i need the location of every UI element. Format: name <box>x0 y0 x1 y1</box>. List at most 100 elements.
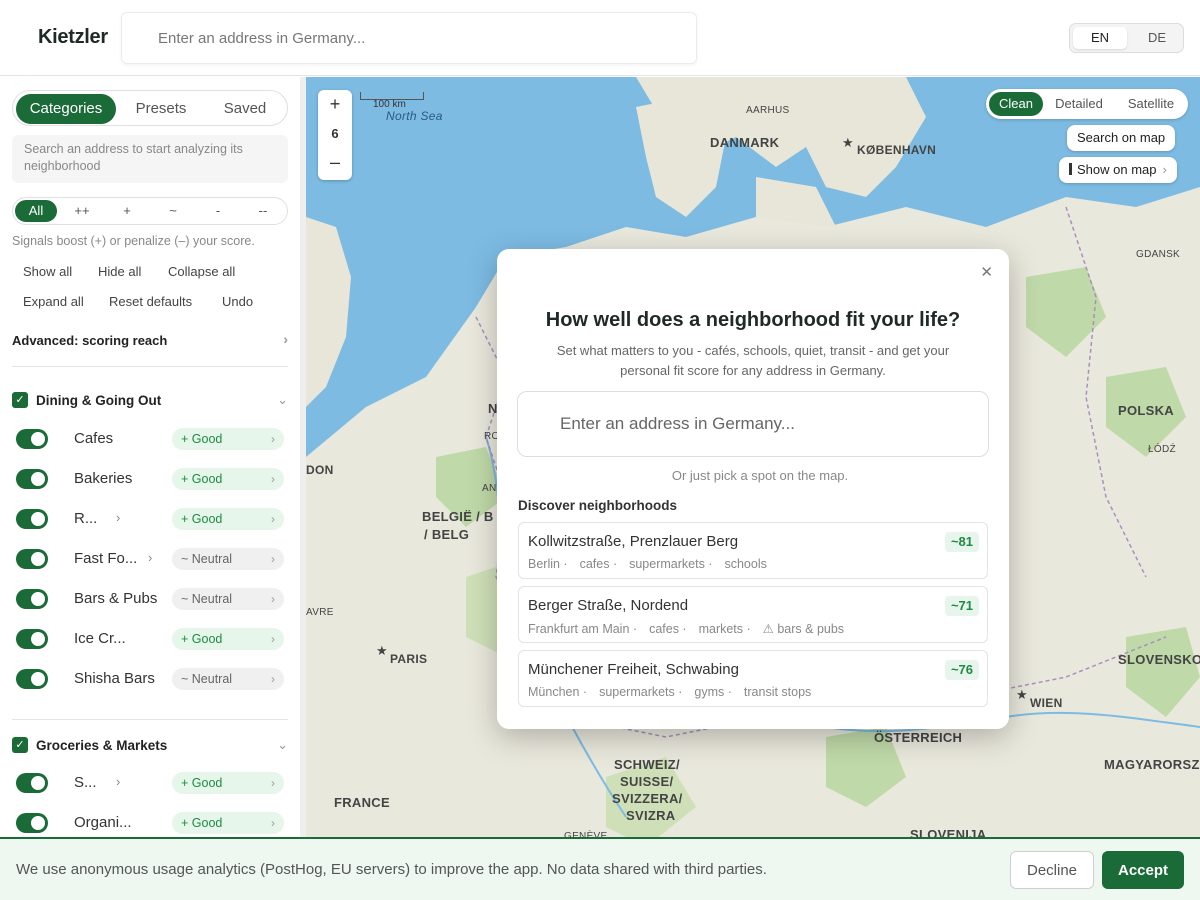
tab-saved[interactable]: Saved <box>206 94 284 124</box>
discover-title: Discover neighborhoods <box>518 498 678 513</box>
style-detailed-button[interactable]: Detailed <box>1049 92 1109 116</box>
divider <box>12 366 288 367</box>
neighborhood-card[interactable]: Berger Straße, Nordend ~71 Frankfurt am … <box>518 586 988 643</box>
chevron-right-icon: › <box>271 512 275 526</box>
tab-categories[interactable]: Categories <box>16 94 116 124</box>
check-icon[interactable]: ✓ <box>12 392 28 408</box>
collapse-all-button[interactable]: Collapse all <box>168 264 235 279</box>
category-row-bars: Bars & Pubs ~ Neutral › <box>16 587 284 611</box>
onboarding-modal: ✕ How well does a neighborhood fit your … <box>497 249 1009 729</box>
signal-pill[interactable]: ~ Neutral › <box>172 548 284 570</box>
reset-defaults-button[interactable]: Reset defaults <box>109 294 192 309</box>
signal-text: + Good <box>181 776 223 790</box>
chevron-right-icon[interactable]: › <box>148 550 152 565</box>
chevron-right-icon[interactable]: › <box>116 774 120 789</box>
header-search-box[interactable] <box>121 12 697 64</box>
filter-double-minus[interactable]: -- <box>242 200 284 222</box>
filter-double-plus[interactable]: ++ <box>61 200 103 222</box>
tag: Frankfurt am Main · <box>528 622 638 636</box>
signal-pill[interactable]: ~ Neutral › <box>172 668 284 690</box>
modal-search-box[interactable] <box>517 391 989 457</box>
toggle-switch[interactable] <box>16 669 48 689</box>
chevron-right-icon: › <box>271 472 275 486</box>
toggle-switch[interactable] <box>16 813 48 833</box>
category-row-shisha: Shisha Bars ~ Neutral › <box>16 667 284 691</box>
header-search-input[interactable] <box>122 13 696 63</box>
signal-text: ~ Neutral <box>181 672 233 686</box>
chevron-right-icon: › <box>1162 162 1167 177</box>
signals-note: Signals boost (+) or penalize (–) your s… <box>12 234 255 248</box>
hide-all-button[interactable]: Hide all <box>98 264 141 279</box>
grip-icon <box>1069 163 1072 175</box>
toggle-switch[interactable] <box>16 549 48 569</box>
chevron-right-icon: › <box>271 632 275 646</box>
toggle-switch[interactable] <box>16 509 48 529</box>
accept-button[interactable]: Accept <box>1102 851 1184 889</box>
signal-text: + Good <box>181 512 223 526</box>
toggle-switch[interactable] <box>16 773 48 793</box>
toggle-switch[interactable] <box>16 589 48 609</box>
signal-pill[interactable]: + Good › <box>172 508 284 530</box>
map-label-magyar: MAGYARORSZ <box>1104 757 1200 772</box>
filter-plus[interactable]: + <box>106 200 148 222</box>
zoom-out-button[interactable]: – <box>318 152 352 173</box>
lang-de-button[interactable]: DE <box>1130 27 1184 49</box>
filter-minus[interactable]: - <box>197 200 239 222</box>
divider <box>12 719 288 720</box>
tab-presets[interactable]: Presets <box>123 94 199 124</box>
expand-all-button[interactable]: Expand all <box>23 294 84 309</box>
show-all-button[interactable]: Show all <box>23 264 72 279</box>
search-on-map-button[interactable]: Search on map <box>1067 125 1176 151</box>
tag: supermarkets · <box>599 685 683 699</box>
decline-button[interactable]: Decline <box>1010 851 1094 889</box>
signal-pill[interactable]: + Good › <box>172 468 284 490</box>
toggle-switch[interactable] <box>16 469 48 489</box>
signal-pill[interactable]: ~ Neutral › <box>172 588 284 610</box>
signal-pill[interactable]: + Good › <box>172 812 284 834</box>
pick-on-map-hint: Or just pick a spot on the map. <box>671 468 849 483</box>
zoom-in-button[interactable]: + <box>318 94 352 115</box>
signal-pill[interactable]: + Good › <box>172 428 284 450</box>
chevron-down-icon[interactable]: ⌄ <box>277 737 288 753</box>
style-clean-button[interactable]: Clean <box>989 92 1043 116</box>
card-title: Kollwitzstraße, Prenzlauer Berg <box>528 533 739 550</box>
group-groceries[interactable]: ✓ Groceries & Markets ⌄ <box>12 737 288 757</box>
toggle-switch[interactable] <box>16 629 48 649</box>
toggle-switch[interactable] <box>16 429 48 449</box>
neighborhood-card[interactable]: Kollwitzstraße, Prenzlauer Berg ~81 Berl… <box>518 522 988 579</box>
group-dining[interactable]: ✓ Dining & Going Out ⌄ <box>12 392 288 412</box>
group-title: Dining & Going Out <box>36 393 162 408</box>
style-satellite-button[interactable]: Satellite <box>1120 92 1182 116</box>
map-label-wien: WIEN <box>1030 696 1063 710</box>
signal-pill[interactable]: + Good › <box>172 772 284 794</box>
lang-en-button[interactable]: EN <box>1073 27 1127 49</box>
capital-star-icon: ★ <box>842 135 854 150</box>
modal-search-input[interactable] <box>518 392 988 456</box>
close-icon[interactable]: ✕ <box>980 263 993 281</box>
filter-all[interactable]: All <box>15 200 57 222</box>
chevron-right-icon[interactable]: › <box>116 510 120 525</box>
chevron-right-icon: › <box>271 672 275 686</box>
signal-pill[interactable]: + Good › <box>172 628 284 650</box>
card-title: Berger Straße, Nordend <box>528 597 689 614</box>
sidebar-tabs: Categories Presets Saved <box>12 90 288 126</box>
undo-button[interactable]: Undo <box>222 294 253 309</box>
filter-neutral[interactable]: ~ <box>152 200 194 222</box>
signal-text: + Good <box>181 432 223 446</box>
chevron-down-icon[interactable]: ⌄ <box>277 392 288 408</box>
map-label-belgie: BELGIË / B <box>422 509 494 524</box>
chevron-right-icon: › <box>271 816 275 830</box>
map-label-suisse: SUISSE/ <box>620 774 674 789</box>
show-on-map-button[interactable]: Show on map › <box>1059 157 1177 183</box>
tag: München · <box>528 685 588 699</box>
advanced-scoring-reach[interactable]: Advanced: scoring reach › <box>12 331 288 348</box>
tag: supermarkets · <box>629 557 713 571</box>
neighborhood-card[interactable]: Münchener Freiheit, Schwabing ~76 Münche… <box>518 650 988 707</box>
category-row-restaurants: R... › + Good › <box>16 507 284 531</box>
check-icon[interactable]: ✓ <box>12 737 28 753</box>
capital-star-icon: ★ <box>1016 687 1028 702</box>
map-label-aarhus: AARHUS <box>746 105 790 116</box>
map-style-switch: Clean Detailed Satellite <box>986 89 1188 119</box>
brand-logo[interactable]: Kietzler <box>38 26 108 49</box>
map-label-north-sea: North Sea <box>386 109 443 123</box>
